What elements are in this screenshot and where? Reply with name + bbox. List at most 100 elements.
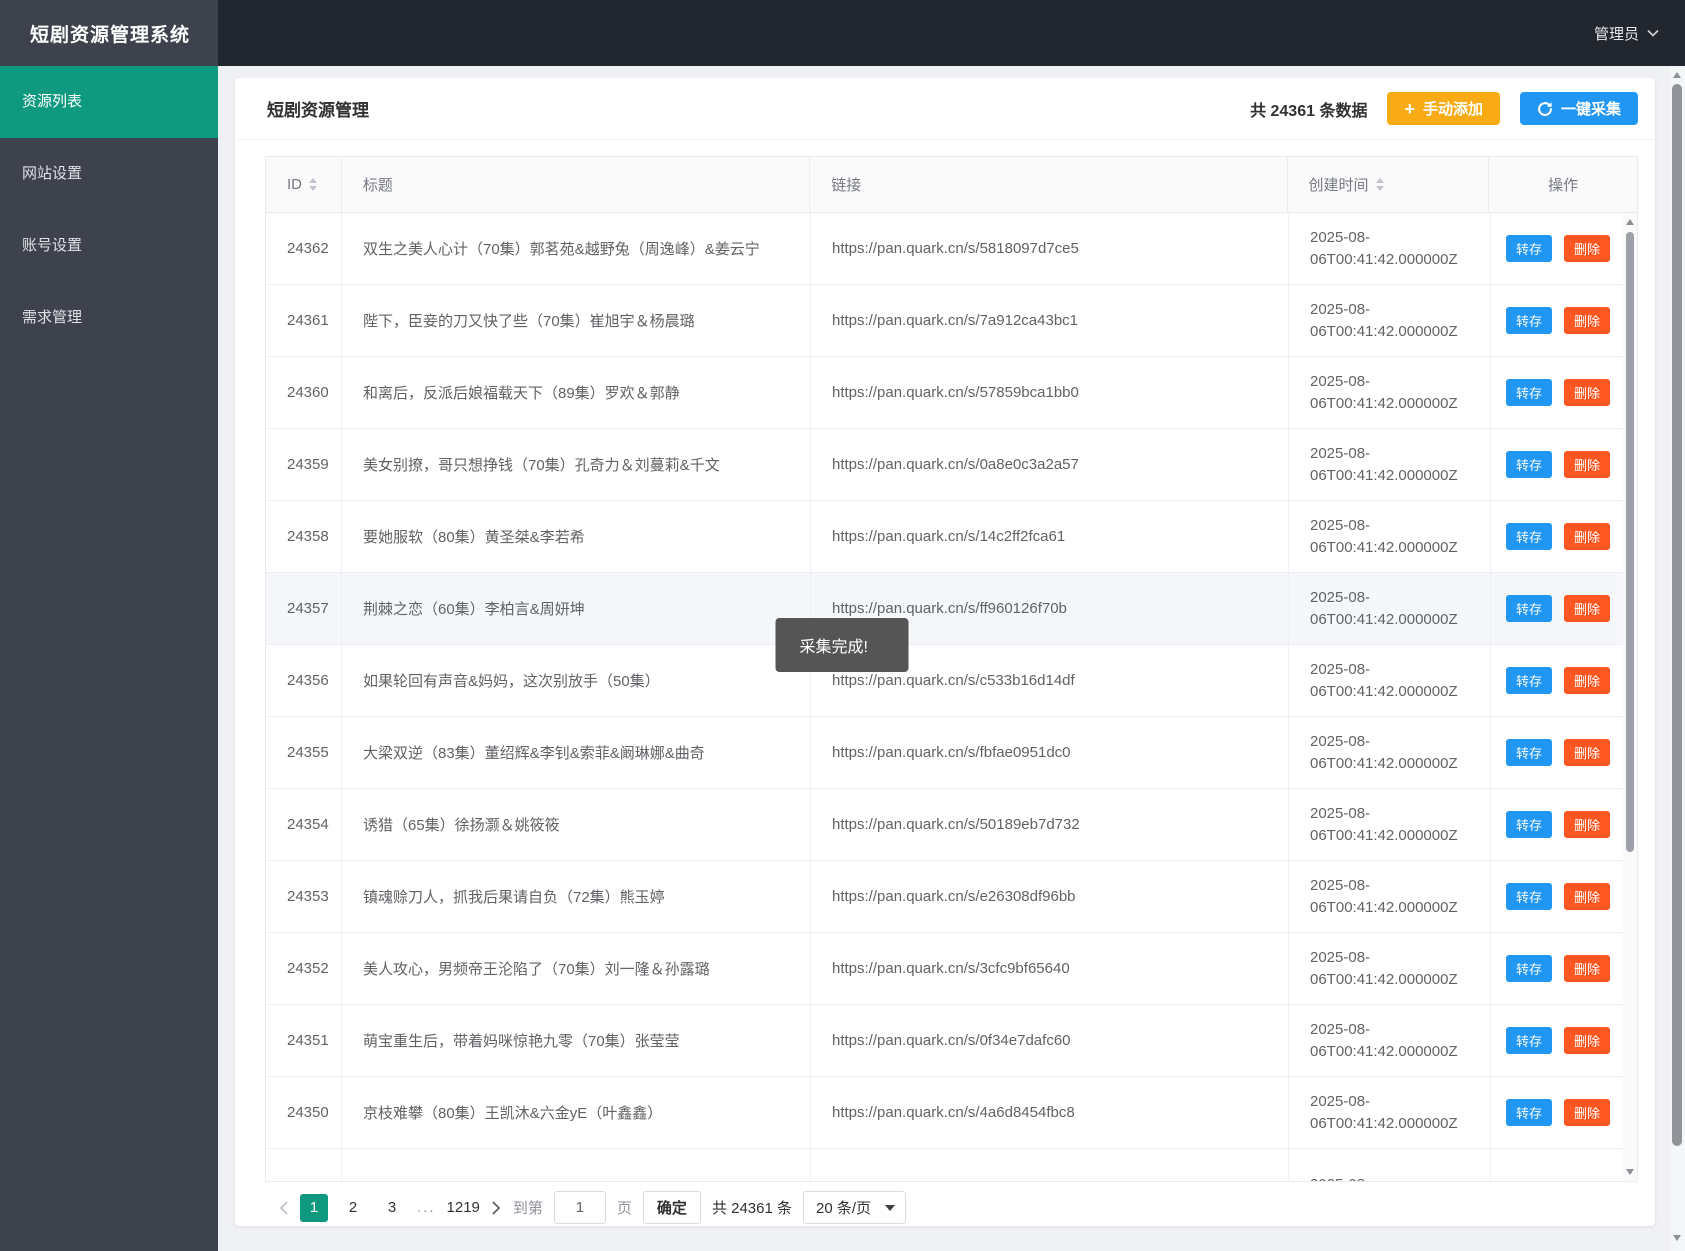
table-scrollbar-thumb[interactable] (1626, 232, 1634, 852)
row-created-line1: 2025-08- (1310, 228, 1371, 246)
column-header[interactable]: 创建时间 (1288, 157, 1490, 212)
scroll-up-arrow-icon[interactable] (1626, 219, 1634, 225)
row-created: 2025-08- 06T00:41:42.000000Z (1289, 717, 1491, 788)
row-title: 镇魂赊刀人，抓我后果请自负（72集）熊玉婷 (342, 861, 811, 932)
table-row: 24355 大梁双逆（83集）董绍辉&李钊&索菲&阚琳娜&曲奇 https://… (266, 717, 1625, 789)
sidebar-item-资源列表[interactable]: 资源列表 (0, 66, 218, 138)
confirm-button[interactable]: 确定 (642, 1191, 701, 1224)
chevron-down-icon (1647, 29, 1659, 37)
column-header[interactable]: 标题 (342, 157, 811, 212)
row-actions: 转存 删除 (1491, 285, 1625, 356)
row-title: 美女别撩，哥只想挣钱（70集）孔奇力＆刘蔓莉&千文 (342, 429, 811, 500)
table-body: 24362 双生之美人心计（70集）郭茗苑&越野兔（周逸峰）&姜云宁 https… (265, 213, 1638, 1182)
table-row: 24356 如果轮回有声音&妈妈，这次别放手（50集） https://pan.… (266, 645, 1625, 717)
row-id: 24353 (266, 861, 342, 932)
row-created: 2025-08- 06T00:41:42.000000Z (1289, 1005, 1491, 1076)
delete-button[interactable]: 删除 (1564, 595, 1611, 622)
row-link: https://pan.quark.cn/s/e26308df96bb (811, 861, 1289, 932)
column-header[interactable]: 操作 (1489, 157, 1637, 212)
transfer-button[interactable]: 转存 (1505, 307, 1552, 334)
window-scroll-down-icon[interactable] (1673, 1235, 1681, 1241)
row-id: 24358 (266, 501, 342, 572)
delete-button[interactable]: 删除 (1564, 811, 1611, 838)
delete-button[interactable]: 删除 (1564, 883, 1611, 910)
sidebar-item-网站设置[interactable]: 网站设置 (0, 138, 218, 210)
transfer-button[interactable]: 转存 (1505, 1099, 1552, 1126)
row-created-line2: 06T00:41:42.000000Z (1310, 610, 1458, 628)
row-created-line2: 06T00:41:42.000000Z (1310, 394, 1458, 412)
row-created-line1: 2025-08- (1310, 300, 1371, 318)
delete-button[interactable]: 删除 (1564, 307, 1611, 334)
transfer-button[interactable]: 转存 (1505, 235, 1552, 262)
row-actions: 转存 删除 (1491, 501, 1625, 572)
row-actions: 转存 删除 (1491, 573, 1625, 644)
sidebar-item-账号设置[interactable]: 账号设置 (0, 210, 218, 282)
column-header[interactable]: ID (266, 157, 342, 212)
delete-button[interactable]: 删除 (1564, 379, 1611, 406)
window-scroll-up-icon[interactable] (1673, 72, 1681, 78)
transfer-button[interactable]: 转存 (1505, 883, 1552, 910)
row-link (811, 1149, 1289, 1181)
sidebar-item-需求管理[interactable]: 需求管理 (0, 282, 218, 354)
row-created-line1: 2025-08- (1310, 876, 1371, 894)
delete-button[interactable]: 删除 (1564, 523, 1611, 550)
page-button-1219[interactable]: 1219 (447, 1194, 480, 1222)
delete-button[interactable]: 删除 (1564, 1099, 1611, 1126)
row-id: 24351 (266, 1005, 342, 1076)
delete-button[interactable]: 删除 (1564, 739, 1611, 766)
row-actions: 转存 删除 (1491, 1077, 1625, 1148)
row-created: 2025-08- 06T00:41:42.000000Z (1289, 1077, 1491, 1148)
row-created-line2: 06T00:41:42.000000Z (1310, 682, 1458, 700)
table-scrollbar[interactable] (1623, 213, 1637, 1181)
window-scrollbar-thumb[interactable] (1672, 84, 1682, 1146)
sort-carets-icon[interactable] (309, 178, 317, 191)
row-actions: 转存 删除 (1491, 1005, 1625, 1076)
user-menu[interactable]: 管理员 (1594, 0, 1659, 66)
total-summary: 共 24361 条数据 (1250, 102, 1368, 120)
page-button-1[interactable]: 1 (300, 1193, 328, 1222)
page-size-select[interactable]: 20 条/页 (802, 1191, 907, 1224)
column-label: 标题 (362, 177, 393, 194)
column-header[interactable]: 链接 (810, 157, 1288, 212)
row-created-line1: 2025-08- (1310, 1020, 1371, 1038)
sort-carets-icon[interactable] (1375, 178, 1384, 191)
transfer-button[interactable]: 转存 (1505, 523, 1552, 550)
scroll-down-arrow-icon[interactable] (1626, 1169, 1634, 1175)
one-click-collect-button[interactable]: 一键采集 (1519, 92, 1638, 125)
window-scrollbar[interactable] (1668, 66, 1685, 1251)
row-id (266, 1149, 342, 1181)
transfer-button[interactable]: 转存 (1505, 379, 1552, 406)
row-actions: 转存 删除 (1491, 861, 1625, 932)
delete-button[interactable]: 删除 (1564, 955, 1611, 982)
row-id: 24356 (266, 645, 342, 716)
row-actions: 转存 删除 (1491, 213, 1625, 284)
transfer-button[interactable]: 转存 (1505, 451, 1552, 478)
goto-page-input[interactable] (553, 1191, 606, 1224)
row-title: 美人攻心，男频帝王沦陷了（70集）刘一隆＆孙露璐 (342, 933, 811, 1004)
transfer-button[interactable]: 转存 (1505, 1027, 1552, 1054)
row-link: https://pan.quark.cn/s/0f34e7dafc60 (811, 1005, 1289, 1076)
row-actions: 转存 删除 (1491, 429, 1625, 500)
delete-button[interactable]: 删除 (1564, 235, 1611, 262)
delete-button[interactable]: 删除 (1564, 667, 1611, 694)
delete-button[interactable]: 删除 (1564, 451, 1611, 478)
row-created-line1: 2025-08- (1310, 1092, 1371, 1110)
manual-add-button[interactable]: + 手动添加 (1387, 92, 1500, 125)
row-created-line1: 2025-08- (1310, 804, 1371, 822)
row-created-line2: 06T00:41:42.000000Z (1310, 898, 1458, 916)
transfer-button[interactable]: 转存 (1505, 811, 1552, 838)
prev-page-button[interactable] (278, 1200, 289, 1216)
select-caret-icon (885, 1204, 896, 1211)
next-page-button[interactable] (491, 1200, 502, 1216)
row-link: https://pan.quark.cn/s/5818097d7ce5 (811, 213, 1289, 284)
transfer-button[interactable]: 转存 (1505, 739, 1552, 766)
page-button-2[interactable]: 2 (339, 1194, 367, 1222)
row-title: 诱猎（65集）徐扬灏＆姚筱筱 (342, 789, 811, 860)
transfer-button[interactable]: 转存 (1505, 595, 1552, 622)
transfer-button[interactable]: 转存 (1505, 667, 1552, 694)
delete-button[interactable]: 删除 (1564, 1027, 1611, 1054)
row-actions: 转存 删除 (1491, 933, 1625, 1004)
transfer-button[interactable]: 转存 (1505, 955, 1552, 982)
row-title: 和离后，反派后娘福载天下（89集）罗欢＆郭静 (342, 357, 811, 428)
page-button-3[interactable]: 3 (378, 1194, 406, 1222)
